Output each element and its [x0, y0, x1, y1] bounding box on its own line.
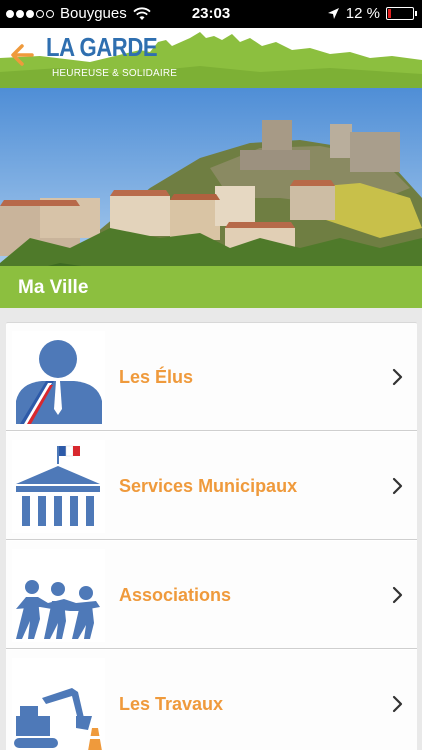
menu-item-associations[interactable]: Associations — [6, 540, 417, 649]
chevron-right-icon — [392, 477, 403, 495]
section-title: Ma Ville — [18, 277, 89, 298]
battery-level — [388, 9, 391, 18]
chevron-right-icon — [392, 586, 403, 604]
status-right: 12 % — [327, 5, 417, 22]
logo-title: LA GARDE — [46, 32, 158, 62]
chevron-right-icon — [392, 368, 403, 386]
menu-item-les-elus[interactable]: Les Élus — [6, 322, 417, 431]
app-header: LA GARDE HEUREUSE & SOLIDAIRE — [0, 28, 422, 88]
menu-item-label: Associations — [119, 585, 232, 605]
elected-official-icon — [12, 331, 105, 424]
back-arrow-icon[interactable] — [8, 42, 36, 68]
menu-list: Les Élus Services Municipaux Association… — [6, 322, 417, 750]
menu-item-les-travaux[interactable]: Les Travaux — [6, 649, 417, 750]
status-bar: Bouygues 23:03 12 % — [0, 0, 422, 28]
town-hall-icon — [12, 440, 105, 533]
logo-subtitle: HEUREUSE & SOLIDAIRE — [52, 68, 178, 79]
battery-percent: 12 % — [345, 5, 380, 22]
excavator-icon — [12, 658, 105, 750]
battery-icon — [386, 7, 417, 20]
people-group-icon — [12, 549, 105, 642]
menu-item-label: Les Travaux — [119, 694, 224, 714]
menu-item-label: Services Municipaux — [119, 476, 298, 496]
location-arrow-icon — [327, 8, 339, 19]
menu-item-services-municipaux[interactable]: Services Municipaux — [6, 431, 417, 540]
menu-item-label: Les Élus — [119, 367, 194, 387]
chevron-right-icon — [392, 695, 403, 713]
